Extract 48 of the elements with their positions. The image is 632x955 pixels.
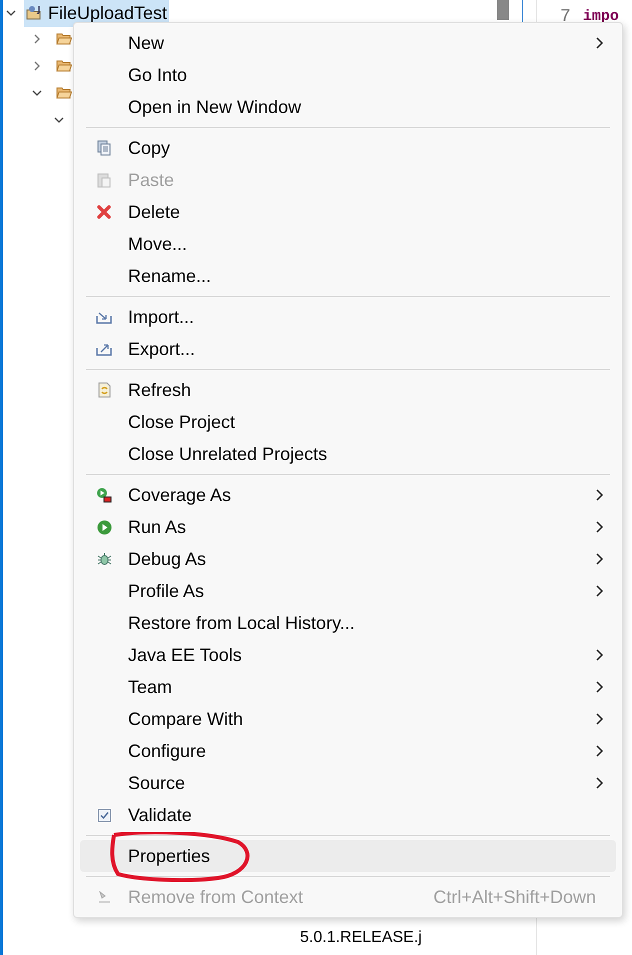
coverage-icon bbox=[96, 487, 112, 503]
folder-icon bbox=[56, 32, 72, 45]
folder-icon bbox=[56, 59, 72, 72]
menu-item[interactable]: Properties bbox=[80, 840, 616, 872]
scrollbar-thumb[interactable] bbox=[497, 0, 509, 20]
menu-item[interactable]: Java EE Tools bbox=[80, 639, 616, 671]
tree-item[interactable]: 5.0.1.RELEASE.j bbox=[300, 928, 422, 948]
menu-item[interactable]: Export... bbox=[80, 333, 616, 365]
menu-item[interactable]: Delete bbox=[80, 196, 616, 228]
import-icon bbox=[96, 310, 112, 324]
menu-item[interactable]: New bbox=[80, 27, 616, 59]
menu-item[interactable]: Restore from Local History... bbox=[80, 607, 616, 639]
refresh-icon bbox=[96, 382, 112, 398]
menu-item[interactable]: Move... bbox=[80, 228, 616, 260]
copy-icon bbox=[96, 140, 112, 156]
menu-item[interactable]: Configure bbox=[80, 735, 616, 767]
menu-item[interactable]: Close Project bbox=[80, 406, 616, 438]
menu-item[interactable]: Profile As bbox=[80, 575, 616, 607]
export-icon bbox=[96, 342, 112, 356]
paste-icon bbox=[96, 172, 112, 188]
menu-item[interactable]: Coverage As bbox=[80, 479, 616, 511]
chevron-right-icon[interactable] bbox=[32, 60, 42, 70]
menu-item[interactable]: Import... bbox=[80, 301, 616, 333]
menu-item[interactable]: Refresh bbox=[80, 374, 616, 406]
chevron-down-icon[interactable] bbox=[32, 88, 42, 98]
delete-icon bbox=[97, 205, 111, 219]
menu-item[interactable]: Team bbox=[80, 671, 616, 703]
run-icon bbox=[96, 520, 112, 534]
line-number: 7 bbox=[560, 6, 571, 29]
shortcut-text: Ctrl+Alt+Shift+Down bbox=[433, 886, 596, 908]
menu-item[interactable]: Run As bbox=[80, 511, 616, 543]
chevron-down-icon[interactable] bbox=[54, 114, 64, 124]
checkbox-icon bbox=[98, 808, 110, 822]
bug-icon bbox=[96, 552, 112, 566]
menu-item[interactable]: Close Unrelated Projects bbox=[80, 438, 616, 470]
menu-item[interactable]: Compare With bbox=[80, 703, 616, 735]
menu-item[interactable]: Source bbox=[80, 767, 616, 799]
chevron-down-icon[interactable] bbox=[6, 8, 16, 18]
code-line: impo bbox=[582, 7, 619, 28]
chevron-right-icon[interactable] bbox=[32, 34, 42, 44]
menu-item[interactable]: Rename... bbox=[80, 260, 616, 292]
menu-item[interactable]: Go Into bbox=[80, 59, 616, 91]
menu-item[interactable]: Copy bbox=[80, 132, 616, 164]
folder-icon bbox=[56, 86, 72, 99]
menu-item[interactable]: Open in New Window bbox=[80, 91, 616, 123]
remove-icon bbox=[96, 890, 112, 904]
menu-item[interactable]: Debug As bbox=[80, 543, 616, 575]
menu-item[interactable]: Validate bbox=[80, 799, 616, 831]
